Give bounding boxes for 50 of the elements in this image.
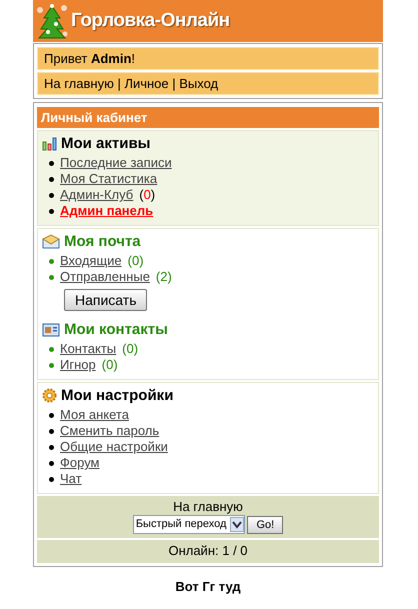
menu-link[interactable]: Игнор [60,357,96,373]
menu-link[interactable]: Сменить пароль [60,423,160,439]
footer-text: Вот Гг туд [174,579,242,594]
bullet-icon [49,460,54,466]
menu-link[interactable]: Форум [60,455,100,471]
home-link[interactable]: На главную [37,498,379,515]
menu-link[interactable]: Моя анкета [60,407,129,423]
bullet-icon [49,258,54,264]
bullet-icon [49,160,54,166]
menu-link[interactable]: Последние записи [60,155,172,171]
section-title: Моя почта [64,233,141,250]
count-text: (0) [128,253,144,269]
bullet-icon [49,412,54,418]
online-count: Онлайн: 1 / 0 [37,540,379,563]
count-text: (2) [156,269,172,285]
section-title: Мои активы [61,135,150,152]
cabinet-title: Личный кабинет [37,107,379,128]
bullet-icon [49,208,54,214]
menu-link[interactable]: Входящие [60,253,122,269]
site-title: Горловка-Онлайн [71,10,230,32]
bullet-icon [49,192,54,198]
nav-links[interactable]: На главную | Личное | Выход [37,72,379,95]
contact-card-icon [42,322,60,337]
envelope-icon [42,234,60,249]
compose-button[interactable]: Написать [64,289,148,311]
section-title: Мои контакты [64,321,168,338]
quick-jump-dropdown[interactable]: Быстрый переход [132,515,246,534]
count-text: (0) [102,357,118,373]
bullet-icon [49,362,54,368]
bullet-icon [49,428,54,434]
admin-panel-link[interactable]: Админ панель [60,203,154,219]
bullet-icon [49,444,54,450]
gear-icon [42,388,57,403]
menu-link[interactable]: Админ-Клуб [60,187,134,203]
bullet-icon [49,176,54,182]
menu-link[interactable]: Моя Статистика [60,171,158,187]
count-text: (0) [122,341,138,357]
bullet-icon [49,476,54,482]
greeting-text: Привет Admin! [37,47,379,70]
menu-link[interactable]: Отправленные [60,269,150,285]
section-title: Мои настройки [61,387,174,404]
christmas-tree-icon [35,2,69,40]
menu-link[interactable]: Общие настройки [60,439,168,455]
bullet-icon [49,346,54,352]
bar-chart-icon [42,136,57,150]
go-button[interactable]: Go! [247,516,284,534]
menu-link[interactable]: Контакты [60,341,116,357]
menu-link[interactable]: Чат [60,471,82,487]
bullet-icon [49,274,54,280]
count-text: (0) [139,187,156,203]
